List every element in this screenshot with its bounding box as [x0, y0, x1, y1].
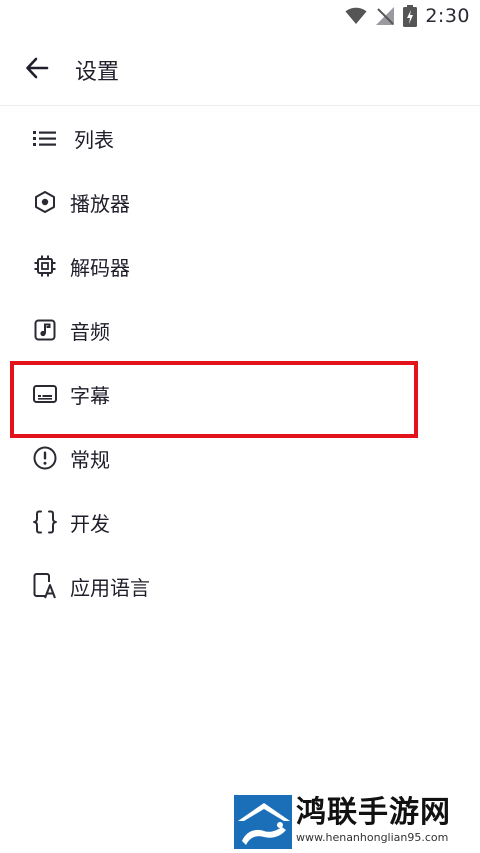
chip-icon — [32, 253, 58, 279]
page-title: 设置 — [75, 60, 120, 85]
alert-circle-icon — [32, 445, 58, 471]
menu-item-label: 音频 — [70, 319, 110, 344]
wifi-icon — [345, 7, 367, 25]
menu-item-label: 列表 — [74, 127, 114, 152]
menu-item-label: 常规 — [70, 447, 110, 472]
phone-language-icon — [32, 573, 58, 599]
watermark-logo — [234, 795, 292, 849]
menu-item-general[interactable]: 常规 — [0, 426, 480, 490]
code-braces-icon — [32, 509, 58, 535]
menu-item-label: 播放器 — [70, 191, 130, 216]
menu-item-decoder[interactable]: 解码器 — [0, 234, 480, 298]
menu-item-label: 开发 — [70, 511, 110, 536]
menu-item-app-language[interactable]: 应用语言 — [0, 554, 480, 618]
status-time: 2:30 — [425, 5, 470, 27]
menu-item-label: 应用语言 — [70, 575, 150, 600]
menu-item-list[interactable]: 列表 — [0, 106, 480, 170]
hexagon-dot-icon — [32, 189, 58, 215]
menu-item-label: 字幕 — [70, 383, 110, 408]
subtitles-icon — [32, 381, 58, 407]
watermark: 鸿联手游网 www.henanhonglian95.com — [234, 795, 478, 851]
status-bar: 2:30 — [0, 0, 480, 32]
settings-menu: 列表 播放器 解码器 音频 字幕 常规 开发 应用语言 — [0, 106, 480, 618]
arrow-left-icon — [24, 55, 50, 85]
list-icon — [32, 125, 58, 151]
battery-charging-icon — [403, 5, 418, 27]
menu-item-developer[interactable]: 开发 — [0, 490, 480, 554]
menu-item-audio[interactable]: 音频 — [0, 298, 480, 362]
watermark-title: 鸿联手游网 — [296, 795, 451, 830]
music-note-icon — [32, 317, 58, 343]
menu-item-subtitles[interactable]: 字幕 — [0, 362, 480, 426]
back-button[interactable] — [13, 46, 61, 94]
watermark-text: 鸿联手游网 www.henanhonglian95.com — [296, 795, 451, 845]
no-signal-icon — [375, 6, 395, 26]
watermark-url: www.henanhonglian95.com — [296, 831, 449, 844]
menu-item-player[interactable]: 播放器 — [0, 170, 480, 234]
screen: 2:30 设置 列表 播放器 解码器 音频 字幕 常规 开发 应用语言 鸿联手游… — [0, 0, 480, 853]
menu-item-label: 解码器 — [70, 255, 130, 280]
app-bar: 设置 — [0, 36, 480, 104]
